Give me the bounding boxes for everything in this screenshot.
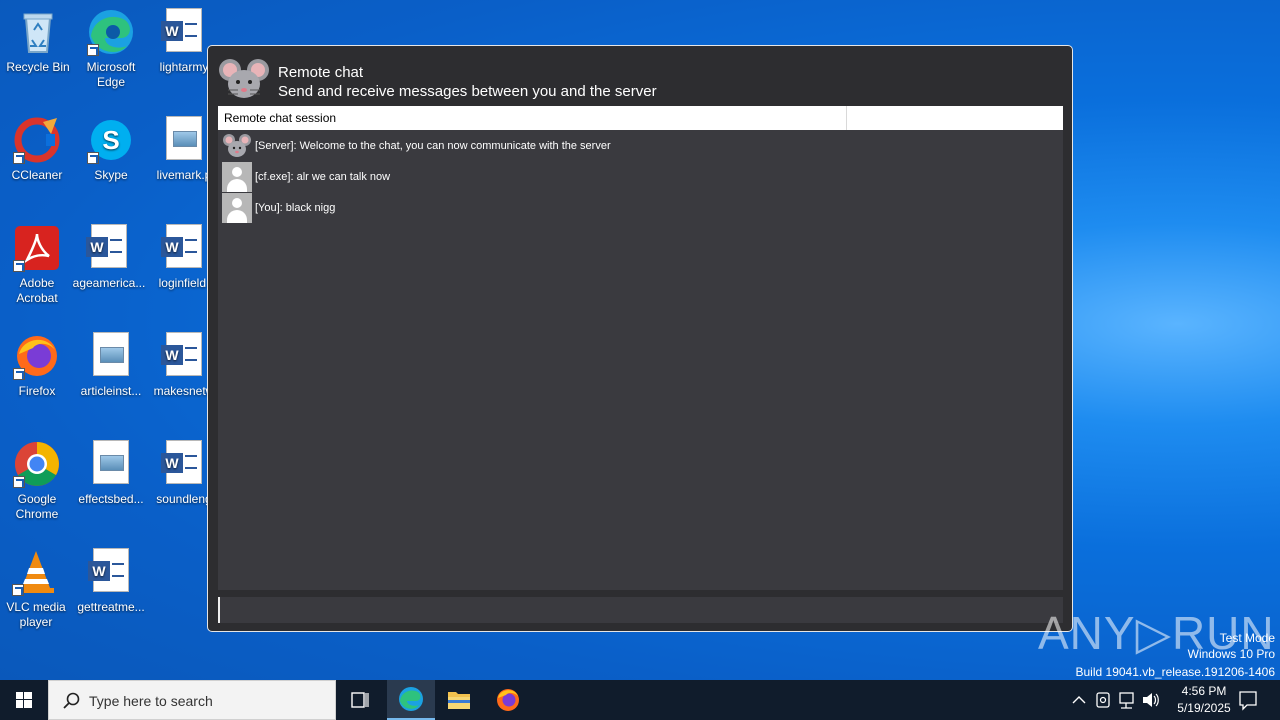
clock-date: 5/19/2025 (1177, 701, 1231, 715)
recycle-bin-icon (14, 8, 62, 56)
column-header-session[interactable]: Remote chat session (218, 106, 847, 130)
desktop-icon-label: Firefox (18, 384, 56, 398)
chat-session-list[interactable]: Remote chat session [Server]: Welcome to… (218, 106, 1063, 590)
chat-message-text: [cf.exe]: alr we can talk now (255, 170, 391, 183)
edge-icon (87, 8, 135, 56)
desktop-icon-vlc[interactable]: VLC media player (0, 548, 74, 630)
chrome-icon (13, 440, 61, 488)
desktop-icon-label: ageamerica... (72, 276, 146, 290)
desktop-icon-label: Adobe Acrobat (16, 276, 58, 305)
taskbar: Type here to search 4:56 PM 5/19/2025 (0, 680, 1280, 720)
session-list-header[interactable]: Remote chat session (218, 106, 1063, 130)
desktop-icon-label: articleinst... (80, 384, 142, 398)
mouse-logo-icon (218, 56, 270, 102)
search-icon (63, 692, 80, 709)
windows-logo-icon (16, 692, 32, 708)
volume-icon (1143, 693, 1159, 707)
clock-time: 4:56 PM (1181, 684, 1227, 698)
ccleaner-icon (13, 116, 61, 164)
firefox-icon (497, 689, 519, 711)
desktop-icon-label: effectsbed... (78, 492, 144, 506)
taskbar-firefox-button[interactable] (484, 680, 532, 720)
desktop-icon-firefox[interactable]: Firefox (0, 332, 75, 399)
task-view-button[interactable] (336, 680, 384, 720)
defender-icon (1096, 692, 1110, 708)
skype-icon: S (87, 116, 135, 164)
desktop-icon-microsoft-edge[interactable]: Microsoft Edge (73, 8, 149, 90)
chevron-up-icon (1072, 696, 1086, 704)
desktop-icon-google-chrome[interactable]: Google Chrome (0, 440, 75, 522)
taskbar-edge-button[interactable] (387, 680, 435, 720)
remote-chat-window[interactable]: Remote chat Send and receive messages be… (207, 45, 1073, 632)
desktop-icon-doc-ageamerica[interactable]: W ageamerica... (71, 224, 147, 291)
desktop-icon-label: VLC media player (6, 600, 66, 629)
word-document-icon: W (160, 440, 208, 488)
chat-title: Remote chat (278, 64, 364, 81)
desktop-icon-adobe-acrobat[interactable]: Adobe Acrobat (0, 224, 75, 306)
search-placeholder: Type here to search (89, 693, 213, 709)
chat-message-client[interactable]: [cf.exe]: alr we can talk now (218, 161, 1063, 192)
folder-icon (448, 692, 470, 709)
action-center-button[interactable] (1234, 680, 1262, 720)
word-document-icon: W (87, 548, 135, 596)
adobe-acrobat-icon (13, 224, 61, 272)
desktop-icon-label: gettreatme... (77, 600, 145, 614)
server-mouse-avatar-icon (222, 131, 252, 161)
chat-header: Remote chat Send and receive messages be… (218, 56, 1062, 108)
watermark-edition: Windows 10 Pro (1187, 647, 1275, 661)
desktop-icon-articleinst[interactable]: articleinst... (73, 332, 149, 399)
desktop-icon-ccleaner[interactable]: CCleaner (0, 116, 75, 183)
column-header-empty[interactable] (847, 106, 1063, 130)
watermark-build: Build 19041.vb_release.191206-1406 (1075, 665, 1276, 679)
desktop-icon-label: Google Chrome (15, 492, 59, 521)
image-file-icon (160, 116, 208, 164)
watermark-test-mode: Test Mode (1219, 631, 1275, 645)
chat-message-server[interactable]: [Server]: Welcome to the chat, you can n… (218, 130, 1063, 161)
tray-volume-button[interactable] (1140, 680, 1162, 720)
vlc-icon (12, 548, 60, 596)
desktop-icon-effectsbed[interactable]: effectsbed... (73, 440, 149, 507)
word-document-icon: W (85, 224, 133, 272)
firefox-icon (13, 332, 61, 380)
taskbar-clock[interactable]: 4:56 PM 5/19/2025 (1172, 683, 1236, 717)
chat-subtitle: Send and receive messages between you an… (278, 83, 657, 100)
show-hidden-icons-button[interactable] (1068, 680, 1090, 720)
chat-message-text: [Server]: Welcome to the chat, you can n… (255, 139, 611, 152)
tray-network-button[interactable] (1116, 680, 1138, 720)
image-file-icon (87, 332, 135, 380)
desktop-icon-label: Microsoft Edge (86, 60, 136, 89)
notification-icon (1239, 691, 1257, 711)
desktop-icon-label: CCleaner (11, 168, 63, 182)
chat-message-you[interactable]: [You]: black nigg (218, 192, 1063, 223)
desktop-icon-label: Skype (94, 168, 128, 182)
task-view-icon (351, 692, 369, 708)
word-document-icon: W (160, 224, 208, 272)
word-document-icon: W (160, 8, 208, 56)
taskbar-search-box[interactable]: Type here to search (48, 680, 336, 720)
edge-icon (399, 687, 423, 711)
desktop-icon-label: Recycle Bin (6, 60, 70, 74)
svg-text:S: S (102, 125, 119, 155)
desktop-icon-skype[interactable]: S Skype (73, 116, 149, 183)
tray-security-button[interactable] (1092, 680, 1114, 720)
chat-message-input[interactable] (218, 597, 1063, 623)
start-button[interactable] (0, 680, 48, 720)
network-icon (1119, 692, 1134, 709)
chat-message-text: [You]: black nigg (255, 201, 336, 214)
taskbar-file-explorer-button[interactable] (435, 680, 483, 720)
user-avatar-icon (222, 161, 252, 192)
desktop-icon-doc-gettreatme[interactable]: W gettreatme... (73, 548, 149, 615)
desktop-icon-recycle-bin[interactable]: Recycle Bin (0, 8, 76, 75)
user-avatar-icon (222, 192, 252, 223)
image-file-icon (87, 440, 135, 488)
word-document-icon: W (160, 332, 208, 380)
